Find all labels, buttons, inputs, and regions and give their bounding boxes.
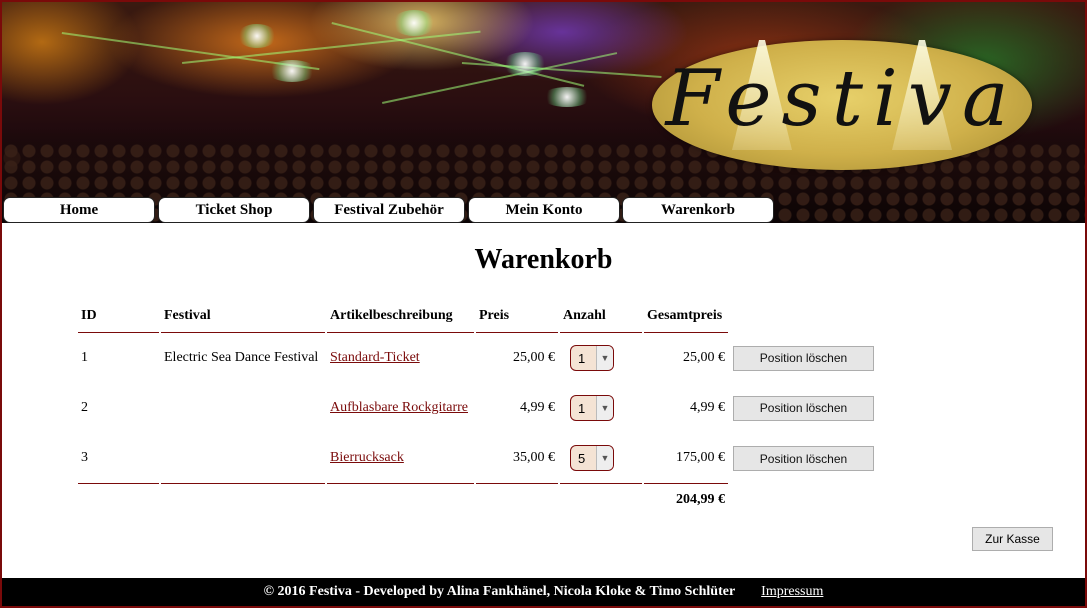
column-header-festival: Festival: [161, 300, 325, 333]
column-header-total: Gesamtpreis: [644, 300, 728, 333]
column-header-price: Preis: [476, 300, 558, 333]
cell-festival: [161, 433, 325, 484]
delete-position-button[interactable]: Position löschen: [733, 345, 874, 371]
table-row: 2 Aufblasbare Rockgitarre 4,99 € 1 ▼ 4,9…: [78, 383, 877, 433]
quantity-select[interactable]: 1 ▼: [570, 345, 614, 371]
grand-total: 204,99 €: [676, 492, 725, 507]
cell-id: 2: [81, 400, 88, 415]
cell-total: 25,00 €: [683, 350, 725, 365]
column-header-id: ID: [78, 300, 159, 333]
chevron-down-icon: ▼: [596, 446, 613, 470]
festiva-logo[interactable]: Festiva: [652, 40, 1032, 170]
cell-price: 35,00 €: [476, 433, 558, 484]
article-link[interactable]: Standard-Ticket: [330, 350, 420, 365]
cell-id: 3: [78, 433, 159, 484]
column-header-article: Artikelbeschreibung: [327, 300, 474, 333]
cell-total: 4,99 €: [690, 400, 725, 415]
cell-price: 25,00 €: [513, 350, 555, 365]
nav-ticket-shop[interactable]: Ticket Shop: [158, 197, 310, 223]
column-header-quantity: Anzahl: [560, 300, 642, 333]
quantity-value: 1: [578, 350, 586, 366]
article-link[interactable]: Aufblasbare Rockgitarre: [330, 400, 468, 415]
delete-position-button[interactable]: Position löschen: [733, 446, 874, 471]
page-title: Warenkorb: [474, 244, 613, 275]
nav-warenkorb[interactable]: Warenkorb: [622, 197, 774, 223]
quantity-value: 5: [578, 450, 586, 466]
quantity-select[interactable]: 1 ▼: [570, 395, 614, 421]
cell-festival: Electric Sea Dance Festival: [164, 350, 319, 365]
footer-copyright: © 2016 Festiva - Developed by Alina Fank…: [263, 584, 736, 599]
nav-home[interactable]: Home: [3, 197, 155, 223]
checkout-button[interactable]: Zur Kasse: [972, 527, 1053, 551]
cell-price: 4,99 €: [520, 400, 555, 415]
cart-table: ID Festival Artikelbeschreibung Preis An…: [76, 300, 879, 516]
chevron-down-icon: ▼: [596, 396, 613, 420]
chevron-down-icon: ▼: [596, 346, 613, 370]
nav-festival-zubehoer[interactable]: Festival Zubehör: [313, 197, 465, 223]
table-row: 1 Electric Sea Dance Festival Standard-T…: [78, 333, 877, 383]
quantity-value: 1: [578, 400, 586, 416]
table-header-row: ID Festival Artikelbeschreibung Preis An…: [78, 300, 877, 333]
footer: © 2016 Festiva - Developed by Alina Fank…: [2, 578, 1085, 606]
page-frame: Festiva Home Ticket Shop Festival Zubehö…: [2, 2, 1085, 606]
cell-festival: [161, 383, 325, 433]
article-link[interactable]: Bierrucksack: [330, 450, 404, 465]
total-row: 204,99 €: [78, 484, 877, 516]
impressum-link[interactable]: Impressum: [761, 584, 823, 600]
delete-position-button[interactable]: Position löschen: [733, 395, 874, 421]
cell-total: 175,00 €: [644, 433, 728, 484]
cell-id: 1: [81, 350, 88, 365]
main-nav: Home Ticket Shop Festival Zubehör Mein K…: [2, 195, 1085, 223]
quantity-select[interactable]: 5 ▼: [570, 445, 614, 471]
table-row: 3 Bierrucksack 35,00 € 5 ▼ 175,00 € Posi…: [78, 433, 877, 484]
logo-text: Festiva: [665, 54, 1019, 144]
header-banner: Festiva: [2, 2, 1085, 223]
nav-mein-konto[interactable]: Mein Konto: [468, 197, 620, 223]
